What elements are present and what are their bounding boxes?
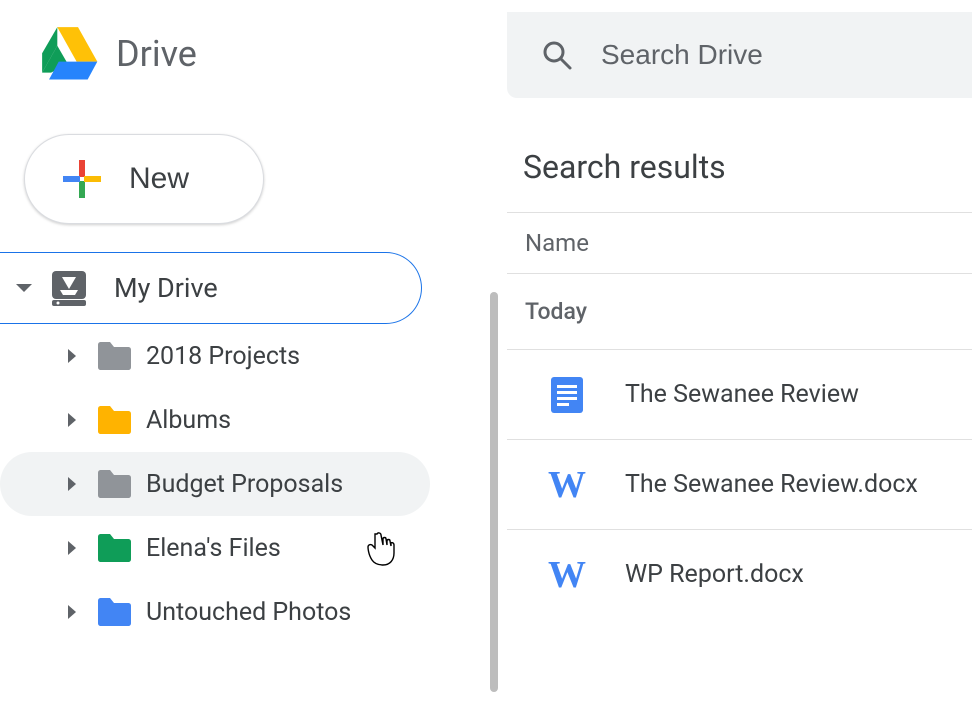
result-name: The Sewanee Review.docx — [625, 470, 918, 499]
logo-row: Drive — [0, 14, 440, 94]
sidebar-item-my-drive[interactable]: My Drive — [0, 252, 422, 324]
chevron-right-icon — [62, 412, 82, 428]
my-drive-label: My Drive — [114, 272, 218, 304]
folder-label: Albums — [146, 406, 231, 435]
chevron-down-icon — [14, 282, 34, 294]
result-row[interactable]: W WP Report.docx — [507, 529, 972, 619]
result-name: WP Report.docx — [625, 560, 804, 589]
folder-label: Elena's Files — [146, 534, 281, 563]
folder-icon — [96, 405, 132, 435]
app-title: Drive — [116, 33, 197, 75]
folder-icon — [96, 597, 132, 627]
chevron-right-icon — [62, 540, 82, 556]
folder-label: Untouched Photos — [146, 598, 351, 627]
svg-text:W: W — [548, 465, 586, 505]
result-row[interactable]: The Sewanee Review — [507, 349, 972, 439]
sidebar-item-folder[interactable]: Budget Proposals — [0, 452, 430, 516]
drive-logo-icon — [38, 27, 98, 81]
new-button-label: New — [129, 162, 189, 196]
word-doc-icon: W — [547, 555, 587, 595]
folder-icon — [96, 533, 132, 563]
chevron-right-icon — [62, 476, 82, 492]
search-bar[interactable] — [507, 12, 972, 98]
folder-icon — [96, 341, 132, 371]
folder-label: Budget Proposals — [146, 470, 343, 499]
word-doc-icon: W — [547, 465, 587, 505]
sidebar: Drive New My D — [0, 0, 440, 644]
results-title: Search results — [507, 130, 972, 212]
sidebar-item-folder[interactable]: 2018 Projects — [0, 324, 440, 388]
scrollbar[interactable] — [490, 292, 498, 692]
folder-icon — [96, 469, 132, 499]
result-name: The Sewanee Review — [625, 380, 859, 409]
google-doc-icon — [547, 375, 587, 415]
plus-icon — [61, 158, 103, 200]
results-area: Search results Name Today The Sewanee Re… — [507, 130, 972, 619]
column-header-name[interactable]: Name — [507, 212, 972, 273]
drive-device-icon — [48, 267, 90, 309]
chevron-right-icon — [62, 604, 82, 620]
sidebar-item-folder[interactable]: Untouched Photos — [0, 580, 440, 644]
chevron-right-icon — [62, 348, 82, 364]
sidebar-item-folder[interactable]: Albums — [0, 388, 440, 452]
svg-text:W: W — [548, 555, 586, 595]
search-icon — [541, 39, 573, 71]
result-row[interactable]: W The Sewanee Review.docx — [507, 439, 972, 529]
sidebar-item-folder[interactable]: Elena's Files — [0, 516, 440, 580]
folder-label: 2018 Projects — [146, 342, 300, 371]
group-header-today: Today — [507, 273, 972, 349]
search-input[interactable] — [601, 39, 901, 71]
new-button[interactable]: New — [24, 134, 264, 224]
